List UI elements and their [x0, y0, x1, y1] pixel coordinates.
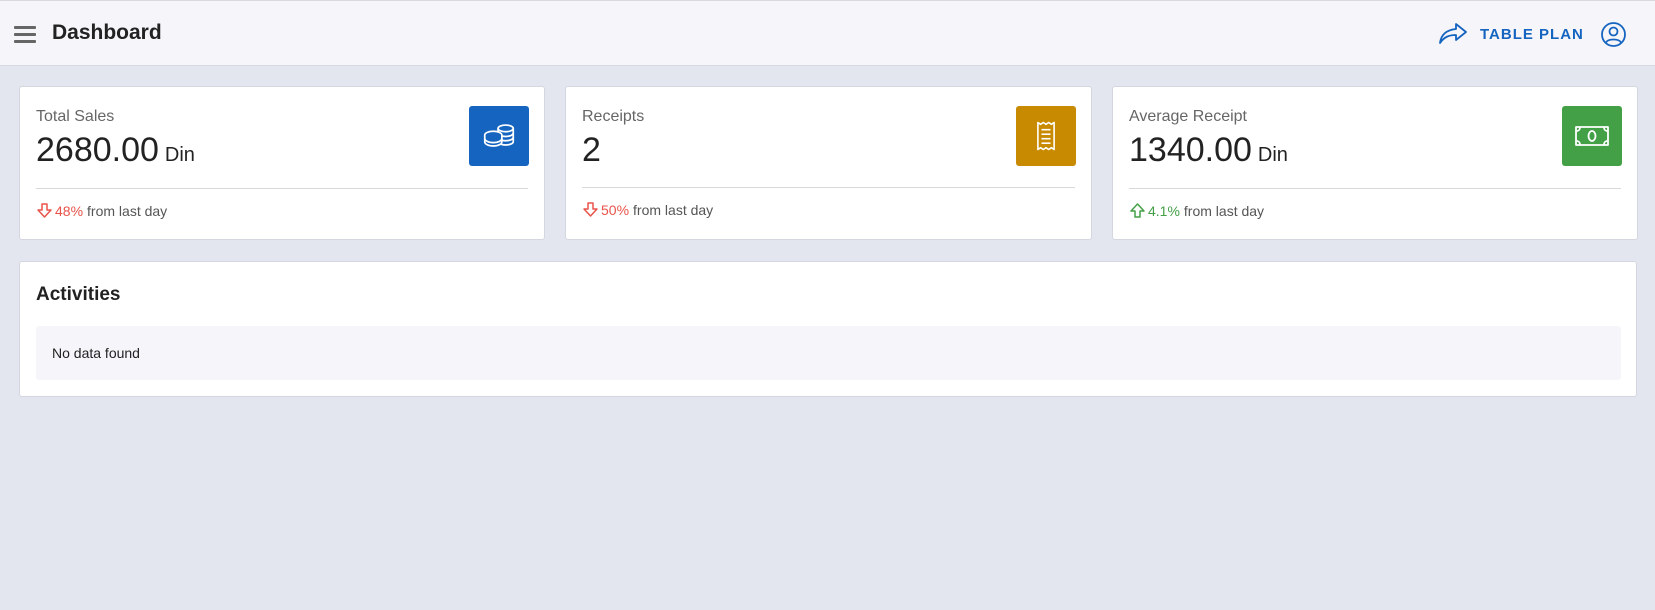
stat-number: 2	[582, 131, 601, 169]
stat-card-total-sales: Total Sales 2680.00 Din 48% from last da…	[19, 86, 545, 240]
divider	[1129, 188, 1621, 189]
activities-panel: Activities No data found	[19, 261, 1637, 397]
stat-label: Average Receipt	[1129, 108, 1247, 125]
stat-card-receipts: Receipts 2 50% from last day	[565, 86, 1092, 240]
stat-number: 1340.00	[1129, 131, 1252, 169]
banknote-icon	[1562, 106, 1622, 166]
trend-percentage: 4.1%	[1148, 202, 1180, 219]
coins-icon	[469, 106, 529, 166]
trend-suffix: from last day	[1183, 202, 1265, 219]
stat-trend: 50% from last day	[582, 201, 713, 218]
stat-number: 2680.00	[36, 131, 159, 169]
stat-label: Total Sales	[36, 108, 115, 125]
stat-trend: 48% from last day	[36, 202, 167, 219]
stat-unit: Din	[164, 144, 195, 166]
stat-label: Receipts	[582, 108, 645, 125]
hamburger-menu-icon-bar	[14, 40, 36, 43]
trend-percentage: 50%	[601, 201, 630, 218]
stat-value: 2680.00 Din	[36, 131, 195, 170]
stat-value: 1340.00 Din	[1129, 131, 1288, 170]
trend-suffix: from last day	[87, 202, 168, 219]
stat-trend: 4.1% from last day	[1129, 202, 1264, 219]
hamburger-menu-icon	[14, 26, 36, 29]
divider	[582, 187, 1075, 188]
user-account-icon	[1601, 22, 1626, 47]
trend-percentage: 48%	[55, 202, 84, 219]
top-app-bar: Dashboard TABLE PLAN	[0, 0, 1655, 66]
activities-title: Activities	[36, 284, 121, 305]
stat-unit: Din	[1257, 144, 1288, 166]
user-account-button[interactable]	[1600, 21, 1627, 48]
arrow-down-icon	[583, 202, 598, 217]
share-arrow-icon	[1439, 23, 1467, 44]
arrow-down-icon	[37, 203, 52, 218]
arrow-up-icon	[1130, 203, 1145, 218]
stat-card-average-receipt: Average Receipt 1340.00 Din 4.1% from la…	[1112, 86, 1638, 240]
empty-state-message: No data found	[52, 345, 140, 361]
page-title: Dashboard	[52, 21, 162, 44]
stat-value: 2	[582, 131, 607, 170]
menu-toggle-button[interactable]	[14, 24, 38, 44]
empty-state: No data found	[36, 326, 1621, 380]
hamburger-menu-icon-bar	[14, 33, 36, 36]
table-plan-label: TABLE PLAN	[1480, 25, 1584, 43]
table-plan-button[interactable]: TABLE PLAN	[1438, 20, 1584, 48]
receipt-icon	[1016, 106, 1076, 166]
trend-suffix: from last day	[633, 201, 714, 218]
divider	[36, 188, 528, 189]
